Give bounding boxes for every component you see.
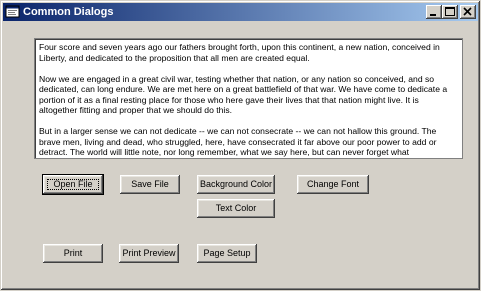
print-preview-label: Print Preview — [122, 248, 176, 258]
text-color-button[interactable]: Text Color — [197, 199, 275, 218]
maximize-icon — [445, 7, 455, 16]
paragraph: Four score and seven years ago our fathe… — [39, 42, 440, 63]
page-setup-button[interactable]: Page Setup — [197, 244, 257, 263]
close-button[interactable] — [460, 5, 476, 19]
close-icon — [463, 7, 472, 16]
document-text-box[interactable]: Four score and seven years ago our fathe… — [34, 38, 463, 159]
focus-rectangle — [47, 179, 99, 190]
minimize-icon — [430, 14, 436, 16]
save-file-label: Save File — [131, 179, 169, 189]
window-title: Common Dialogs — [23, 6, 114, 18]
print-button[interactable]: Print — [43, 244, 103, 263]
background-color-label: Background Color — [199, 179, 273, 189]
paragraph: Now we are engaged in a great civil war,… — [39, 73, 448, 116]
maximize-button[interactable] — [442, 5, 458, 19]
background-color-button[interactable]: Background Color — [197, 175, 275, 194]
change-font-label: Change Font — [306, 179, 360, 189]
change-font-button[interactable]: Change Font — [297, 175, 369, 194]
text-color-label: Text Color — [215, 203, 257, 213]
open-file-button[interactable]: Open File — [42, 174, 104, 195]
app-window-icon[interactable] — [5, 4, 21, 20]
print-preview-button[interactable]: Print Preview — [119, 244, 179, 263]
title-bar[interactable]: Common Dialogs — [3, 3, 478, 21]
paragraph: But in a larger sense we can not dedicat… — [39, 126, 437, 157]
page-setup-label: Page Setup — [203, 248, 251, 258]
main-window: Common Dialogs Four score and seven year… — [0, 0, 481, 291]
print-label: Print — [63, 248, 83, 258]
save-file-button[interactable]: Save File — [120, 175, 180, 194]
minimize-button[interactable] — [426, 5, 442, 19]
